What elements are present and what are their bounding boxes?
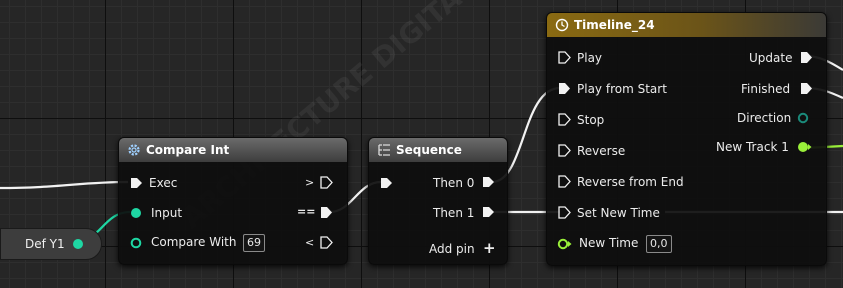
add-pin-plus-icon[interactable]: + (483, 239, 496, 257)
reverse-from-end-pin-icon[interactable] (557, 174, 571, 189)
variable-node-def-y1[interactable]: Def Y1 (0, 228, 102, 260)
input-pin-label: Input (151, 206, 183, 220)
reverse-from-end-label: Reverse from End (577, 175, 684, 189)
set-new-time-label: Set New Time (577, 206, 660, 220)
direction-pin-icon[interactable] (797, 111, 813, 125)
compare-with-value[interactable]: 69 (243, 234, 265, 252)
sequence-header[interactable]: Sequence (369, 138, 507, 162)
compare-int-title: Compare Int (146, 143, 230, 157)
then1-pin-icon[interactable] (481, 205, 495, 219)
sequence-icon (377, 143, 391, 157)
update-pin-icon[interactable] (799, 50, 813, 65)
play-pin-icon[interactable] (557, 50, 571, 65)
new-time-value[interactable]: 0,0 (646, 235, 672, 253)
variable-label: Def Y1 (25, 237, 65, 251)
exec-greater-pin-icon[interactable] (319, 175, 333, 190)
timeline-header[interactable]: Timeline_24 (547, 13, 826, 37)
stop-label: Stop (577, 113, 605, 127)
finished-pin-icon[interactable] (799, 81, 813, 96)
then0-pin-icon[interactable] (481, 175, 495, 189)
exec-wire-in (0, 180, 129, 190)
clock-icon (555, 18, 569, 32)
new-time-label: New Time (579, 236, 639, 250)
cog-icon (127, 143, 141, 157)
compare-with-label: Compare With (151, 235, 237, 249)
then1-label: Then 1 (433, 206, 475, 220)
exec-equal-pin-icon[interactable] (319, 205, 333, 220)
less-label: < (305, 236, 315, 249)
set-new-time-pin-icon[interactable] (557, 205, 571, 220)
exec-in-pin-icon[interactable] (129, 176, 143, 190)
timeline-node[interactable]: Timeline_24 Play Play from Start Stop Re… (546, 12, 827, 266)
stop-pin-icon[interactable] (557, 112, 571, 127)
then0-label: Then 0 (433, 176, 475, 190)
timeline-title: Timeline_24 (574, 18, 655, 32)
sequence-node[interactable]: Sequence Then 0 Then 1 Add pin + (368, 137, 508, 265)
direction-label: Direction (737, 111, 792, 125)
update-label: Update (749, 51, 793, 65)
sequence-title: Sequence (396, 143, 462, 157)
new-track-label: New Track 1 (716, 140, 789, 154)
equal-label: == (297, 205, 316, 218)
add-pin-label[interactable]: Add pin (429, 242, 475, 256)
exec-pin-label: Exec (149, 176, 178, 190)
compare-int-node[interactable]: Compare Int Exec Input Compare With 69 >… (118, 137, 348, 265)
reverse-label: Reverse (577, 144, 626, 158)
play-from-start-label: Play from Start (577, 82, 667, 96)
compare-with-pin-icon[interactable] (129, 236, 143, 250)
reverse-pin-icon[interactable] (557, 143, 571, 158)
input-pin-icon[interactable] (129, 206, 143, 220)
new-track-pin-icon[interactable] (797, 140, 813, 154)
integer-pin-icon[interactable] (71, 237, 85, 251)
sequence-exec-in-pin-icon[interactable] (379, 176, 393, 190)
play-label: Play (577, 51, 603, 65)
new-time-pin-icon[interactable] (557, 237, 573, 251)
greater-label: > (305, 176, 315, 189)
compare-int-header[interactable]: Compare Int (119, 138, 347, 162)
play-from-start-pin-icon[interactable] (557, 81, 571, 96)
finished-label: Finished (741, 82, 791, 96)
exec-less-pin-icon[interactable] (319, 235, 333, 250)
